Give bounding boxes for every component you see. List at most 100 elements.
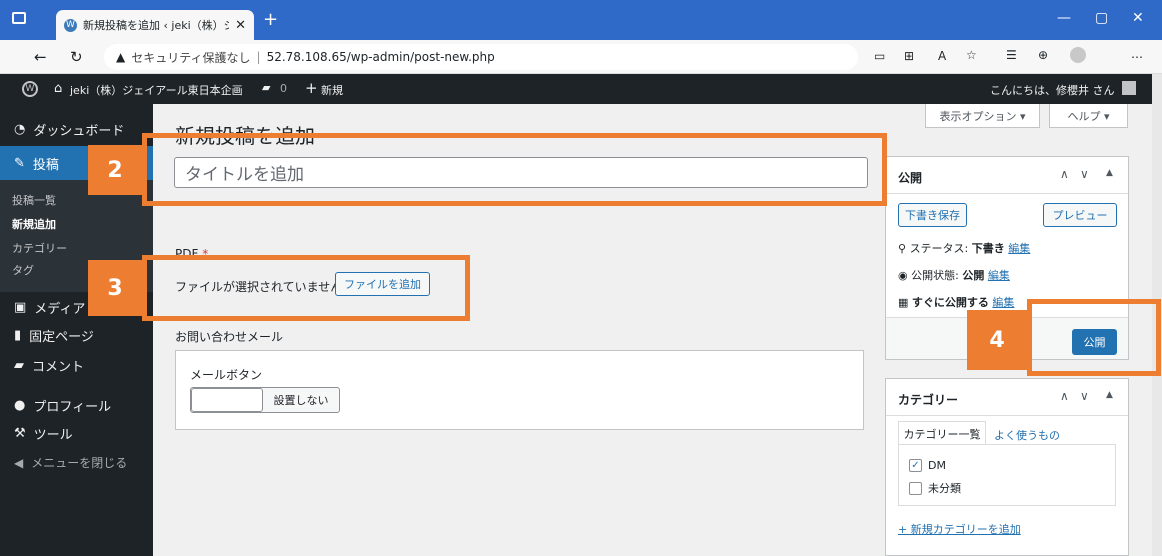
edit-visibility-link[interactable]: 編集 xyxy=(988,269,1010,282)
mail-toggle[interactable]: 設置しない xyxy=(190,387,340,413)
refresh-icon[interactable]: ↻ xyxy=(70,48,83,66)
no-setting-option[interactable]: 設置しない xyxy=(263,388,339,412)
sidebar-item-comments[interactable]: ▰ コメント xyxy=(0,356,153,375)
move-up-icon[interactable]: ∧ xyxy=(1060,389,1069,403)
new-tab-icon[interactable]: + xyxy=(263,9,278,30)
dashboard-icon: ◔ xyxy=(14,122,26,137)
wrench-icon: ⚒ xyxy=(14,426,26,441)
edit-status-link[interactable]: 編集 xyxy=(1008,242,1030,255)
sidebar-item-tools[interactable]: ⚒ ツール xyxy=(0,424,153,443)
security-status: セキュリティ保護なし xyxy=(131,50,251,65)
grid-icon[interactable]: ⊞ xyxy=(904,49,914,63)
sidebar-item-label: ダッシュボード xyxy=(33,124,125,139)
status-label: ステータス: xyxy=(909,242,969,255)
toggle-off-segment[interactable] xyxy=(191,388,263,412)
favorites-list-icon[interactable]: ☰ xyxy=(1006,48,1017,62)
visibility-value: 公開 xyxy=(962,269,985,282)
avatar[interactable] xyxy=(1122,81,1136,95)
back-icon[interactable]: ← xyxy=(34,48,47,66)
read-aloud-icon[interactable]: A xyxy=(938,49,946,63)
eye-icon: ◉ xyxy=(898,269,908,282)
wordpress-logo-icon[interactable]: W xyxy=(22,81,38,97)
user-greeting[interactable]: こんにちは、修櫻井 さん xyxy=(990,82,1115,98)
visibility-row: ◉ 公開状態: 公開 編集 xyxy=(898,267,1010,283)
comment-icon[interactable]: ▰ xyxy=(262,81,270,94)
sidebar-item-label: ツール xyxy=(33,428,73,443)
screen-cast-icon[interactable]: ▭ xyxy=(874,49,885,63)
annotation-step-4: 4 xyxy=(967,310,1027,370)
comment-bubble-icon: ▰ xyxy=(14,358,24,373)
sidebar-item-label: コメント xyxy=(32,360,85,375)
move-down-icon[interactable]: ∨ xyxy=(1080,167,1089,181)
profile-icon[interactable] xyxy=(1070,47,1086,63)
category-heading: カテゴリー xyxy=(898,393,959,407)
sidebar-item-label: メニューを閉じる xyxy=(31,456,128,470)
category-item-label: DM xyxy=(928,459,946,472)
pin-icon: ⚲ xyxy=(898,242,907,255)
checkbox-icon[interactable] xyxy=(909,481,922,495)
tab-title: 新規投稿を追加 ‹ jeki（株）ジェイ xyxy=(83,19,229,32)
screen-options-button[interactable]: 表示オプション ▾ xyxy=(925,104,1040,128)
user-icon: ● xyxy=(14,398,26,413)
add-new-category-link[interactable]: + 新規カテゴリーを追加 xyxy=(898,521,1021,537)
category-panel: カテゴリー ∧ ∨ ▲ カテゴリー一覧 よく使うもの ✓ DM 未分類 + 新規… xyxy=(885,378,1129,556)
divider xyxy=(886,193,1128,194)
new-content-link[interactable]: 新規 xyxy=(321,82,343,98)
annotation-step-2: 2 xyxy=(88,145,142,195)
sidebar-item-label: 固定ページ xyxy=(29,330,94,345)
annotation-step-3: 3 xyxy=(88,260,142,316)
annotation-frame-title xyxy=(142,133,887,206)
submenu-add-new[interactable]: 新規追加 xyxy=(12,216,56,232)
help-button[interactable]: ヘルプ ▾ xyxy=(1049,104,1128,128)
edit-schedule-link[interactable]: 編集 xyxy=(992,296,1014,309)
site-name-link[interactable]: jeki（株）ジェイアール東日本企画 xyxy=(70,82,243,98)
sidebar-item-pages[interactable]: ▮ 固定ページ xyxy=(0,326,153,345)
more-icon[interactable]: … xyxy=(1131,47,1143,61)
tab-all-categories[interactable]: カテゴリー一覧 xyxy=(898,421,986,445)
favorite-icon[interactable]: ☆ xyxy=(966,48,977,62)
pin-icon: ✎ xyxy=(14,155,25,171)
collapse-icon: ◀ xyxy=(14,455,24,470)
move-up-icon[interactable]: ∧ xyxy=(1060,167,1069,181)
browser-tab-bar: W 新規投稿を追加 ‹ jeki（株）ジェイ ✕ + — ▢ ✕ xyxy=(0,0,1162,40)
tab-popular-categories[interactable]: よく使うもの xyxy=(994,427,1060,443)
sidebar-item-label: メディア xyxy=(34,302,86,317)
annotation-frame-publish xyxy=(1027,299,1161,376)
sidebar-item-dashboard[interactable]: ◔ ダッシュボード xyxy=(0,120,153,139)
wp-admin-bar: W ⌂ jeki（株）ジェイアール東日本企画 ▰ 0 + 新規 こんにちは、修櫻… xyxy=(0,74,1162,104)
url-divider: | xyxy=(256,50,261,64)
sidebar-item-profile[interactable]: ● プロフィール xyxy=(0,396,153,415)
tab-actions-icon[interactable] xyxy=(12,12,26,24)
media-icon: ▣ xyxy=(14,300,27,315)
close-tab-icon[interactable]: ✕ xyxy=(235,18,246,33)
minimize-icon[interactable]: — xyxy=(1057,10,1071,26)
schedule-row: ▦ すぐに公開する 編集 xyxy=(898,294,1014,310)
warning-icon: ▲ xyxy=(116,50,126,64)
category-item-dm[interactable]: ✓ DM xyxy=(909,459,946,472)
mail-button-label: メールボタン xyxy=(190,368,263,382)
save-draft-button[interactable]: 下書き保存 xyxy=(898,203,967,227)
collections-icon[interactable]: ⊕ xyxy=(1038,48,1048,62)
contact-mail-label: お問い合わせメール xyxy=(175,330,284,344)
category-item-uncategorized[interactable]: 未分類 xyxy=(909,480,961,496)
collapse-menu-button[interactable]: ◀ メニューを閉じる xyxy=(0,454,153,471)
submenu-category[interactable]: カテゴリー xyxy=(12,240,67,256)
collapse-panel-icon[interactable]: ▲ xyxy=(1106,390,1113,400)
address-bar: ← ↻ ▲ セキュリティ保護なし | 52.78.108.65/wp-admin… xyxy=(0,40,1162,74)
url-field[interactable]: ▲ セキュリティ保護なし | 52.78.108.65/wp-admin/pos… xyxy=(104,44,858,70)
preview-button[interactable]: プレビュー xyxy=(1043,203,1117,227)
checkbox-checked-icon[interactable]: ✓ xyxy=(909,459,922,472)
comments-count: 0 xyxy=(280,82,287,95)
submenu-all-posts[interactable]: 投稿一覧 xyxy=(12,192,56,208)
browser-tab[interactable]: W 新規投稿を追加 ‹ jeki（株）ジェイ ✕ xyxy=(56,10,254,40)
plus-icon: + xyxy=(305,79,318,97)
move-down-icon[interactable]: ∨ xyxy=(1080,389,1089,403)
submenu-tag[interactable]: タグ xyxy=(12,262,34,278)
wordpress-favicon-icon: W xyxy=(64,18,77,32)
schedule-label: すぐに公開する xyxy=(911,296,989,309)
maximize-icon[interactable]: ▢ xyxy=(1095,10,1108,26)
collapse-panel-icon[interactable]: ▲ xyxy=(1106,168,1113,178)
annotation-frame-file xyxy=(142,255,470,321)
close-window-icon[interactable]: ✕ xyxy=(1132,10,1144,26)
category-item-label: 未分類 xyxy=(928,482,961,495)
